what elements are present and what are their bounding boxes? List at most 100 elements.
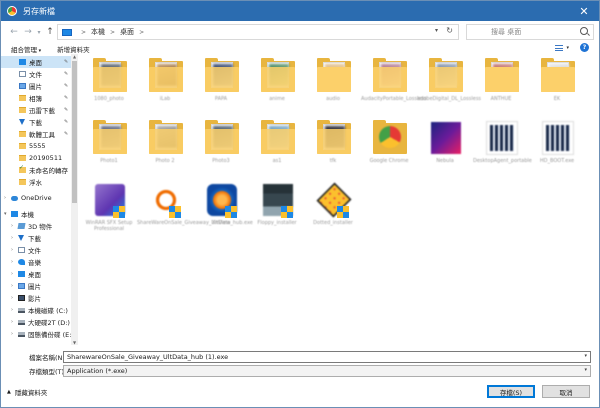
folder-item[interactable]: audio [305, 56, 361, 116]
sidebar-item[interactable]: ›網路 [1, 344, 71, 345]
folder-icon [373, 58, 407, 94]
organize-button[interactable]: 組合管理 [11, 44, 41, 54]
close-icon[interactable]: ✕ [569, 1, 599, 21]
folder-item[interactable]: as1 [249, 118, 305, 178]
folder-item[interactable]: AudacityPortable_Lossless [361, 56, 427, 116]
chevron-right-icon[interactable]: › [11, 235, 13, 241]
filename-input[interactable]: SharewareOnSale_Giveaway_UltData_hub (1)… [63, 351, 591, 363]
forward-arrow-icon[interactable]: → [21, 27, 35, 37]
file-item[interactable]: HD_BOOT.exe [529, 118, 585, 178]
file-item[interactable]: ShareWareOnSale_Giveaway_UltData_hub.exe [137, 180, 253, 240]
sidebar-item[interactable]: › 3D 物件 [1, 220, 71, 232]
scroll-down-icon[interactable]: ▼ [71, 340, 78, 345]
sidebar-item[interactable]: › 下載 [1, 232, 71, 244]
folder-icon [19, 107, 26, 113]
folder-item[interactable]: 1080_photo [81, 56, 137, 116]
folder-item[interactable]: tfk [305, 118, 361, 178]
file-item[interactable]: Nebula [417, 118, 473, 178]
chevron-right-icon[interactable]: › [11, 271, 13, 277]
file-name-label: audio [326, 96, 340, 102]
sidebar-item[interactable]: 桌面 ✎ [1, 56, 71, 68]
folder-blue-icon [19, 59, 26, 65]
chevron-right-icon[interactable]: › [11, 247, 13, 253]
sidebar-item[interactable]: › 影片 [1, 292, 71, 304]
file-item[interactable]: Floppy_installer [249, 180, 305, 240]
app-image [542, 121, 574, 155]
folder-item[interactable]: Photo3 [193, 118, 249, 178]
filetype-select[interactable]: Application (*.exe) ▾ [63, 365, 591, 377]
folder-item[interactable]: adobeDigital_DL_Lossless [417, 56, 481, 116]
sidebar-item[interactable]: ▾ 本機 [1, 208, 71, 220]
sidebar-item[interactable]: 文件 ✎ [1, 68, 71, 80]
sidebar-item[interactable]: 下載 ✎ [1, 116, 71, 128]
folder-item[interactable]: Photo1 [81, 118, 137, 178]
sidebar-item[interactable]: 20190511 [1, 152, 71, 164]
chevron-right-icon[interactable]: › [11, 295, 13, 301]
file-item[interactable]: Dotted_installer [305, 180, 361, 240]
chevron-down-icon[interactable]: ▾ [435, 27, 438, 34]
hide-folders-toggle[interactable]: ▲ 隱藏資料夾 [7, 387, 47, 397]
file-name-label: iLab [159, 96, 171, 102]
save-button[interactable]: 存檔(S) [487, 385, 535, 398]
sidebar-item[interactable]: 浮水 [1, 176, 71, 188]
address-bar[interactable]: > 本機 > 桌面 > ▾ ↻ [57, 24, 459, 40]
chevron-right-icon[interactable]: › [4, 195, 6, 201]
chevron-right-icon[interactable]: › [11, 259, 13, 265]
up-arrow-icon[interactable]: ↑ [43, 27, 57, 37]
back-arrow-icon[interactable]: ← [7, 27, 21, 37]
folder-front [93, 67, 127, 92]
sidebar-item[interactable]: › 本機磁碟 (C:) [1, 304, 71, 316]
refresh-icon[interactable]: ↻ [446, 26, 453, 35]
chevron-right-icon[interactable]: › [11, 283, 13, 289]
cancel-button[interactable]: 取消 [542, 385, 590, 398]
sidebar-item[interactable]: › OneDrive [1, 192, 71, 204]
app-icon [429, 120, 463, 156]
sidebar-item[interactable]: › 圖片 [1, 280, 71, 292]
new-folder-button[interactable]: 新增資料夾 [57, 44, 90, 54]
file-name-label: PAPA [214, 96, 228, 102]
file-item[interactable]: Google Chrome [361, 118, 417, 178]
scrollbar-thumb[interactable] [72, 61, 77, 203]
breadcrumb-desktop[interactable]: 桌面 [120, 27, 134, 37]
sidebar-item[interactable]: 5555 [1, 140, 71, 152]
sidebar-item[interactable]: › 固態備份碟 (E:) [1, 328, 74, 340]
sidebar-item[interactable]: › 大硬碟2T (D:) [1, 316, 71, 328]
navigation-bar: ← → ▾ ↑ > 本機 > 桌面 > ▾ ↻ 搜尋 桌面 [1, 21, 599, 43]
chevron-down-icon[interactable]: ▾ [584, 367, 587, 373]
chevron-right-icon[interactable]: › [11, 307, 13, 313]
file-item[interactable]: XnView [193, 180, 249, 240]
file-item[interactable]: DesktopAgent_portable [473, 118, 532, 178]
sidebar-item[interactable]: 迅雷下載 ✎ [1, 104, 71, 116]
chevron-down-icon[interactable]: ▾ [584, 353, 587, 359]
sidebar-item[interactable]: › 文件 [1, 244, 71, 256]
sidebar-item[interactable]: 未命名的轉存 [1, 164, 71, 176]
chevron-down-icon: ▾ [566, 44, 569, 51]
sidebar-item[interactable]: 相簿 ✎ [1, 92, 71, 104]
sidebar-item[interactable]: 圖片 ✎ [1, 80, 71, 92]
breadcrumb-separator: > [81, 28, 87, 36]
search-icon[interactable] [580, 27, 588, 35]
search-box[interactable]: 搜尋 桌面 [466, 24, 594, 40]
navigation-pane-scrollbar[interactable]: ▲ ▼ [71, 54, 78, 345]
folder-item[interactable]: Photo 2 [137, 118, 193, 178]
file-item[interactable]: WinRAR SFX Setup Professional [81, 180, 137, 240]
chevron-down-icon[interactable]: ▾ [4, 211, 7, 217]
sidebar-item[interactable]: › 音樂 [1, 256, 71, 268]
folder-item[interactable]: ANTHUE [473, 56, 529, 116]
folder-item[interactable]: anime [249, 56, 305, 116]
chevron-right-icon[interactable]: › [11, 331, 13, 337]
chevron-right-icon[interactable]: › [11, 319, 13, 325]
folder-item[interactable]: EK [529, 56, 585, 116]
breadcrumb-this-pc[interactable]: 本機 [91, 27, 105, 37]
sidebar-item[interactable]: 軟體工具 ✎ [1, 128, 71, 140]
folder-item[interactable]: iLab [137, 56, 193, 116]
view-options-button[interactable]: ▾ [555, 43, 569, 52]
scroll-up-icon[interactable]: ▲ [71, 54, 78, 59]
qr-icon [541, 120, 575, 156]
3d-objects-icon [17, 223, 26, 229]
help-icon[interactable]: ? [580, 43, 589, 52]
folder-item[interactable]: PAPA [193, 56, 249, 116]
recent-locations-icon[interactable]: ▾ [35, 29, 43, 36]
chevron-right-icon[interactable]: › [11, 223, 13, 229]
sidebar-item[interactable]: › 桌面 [1, 268, 71, 280]
